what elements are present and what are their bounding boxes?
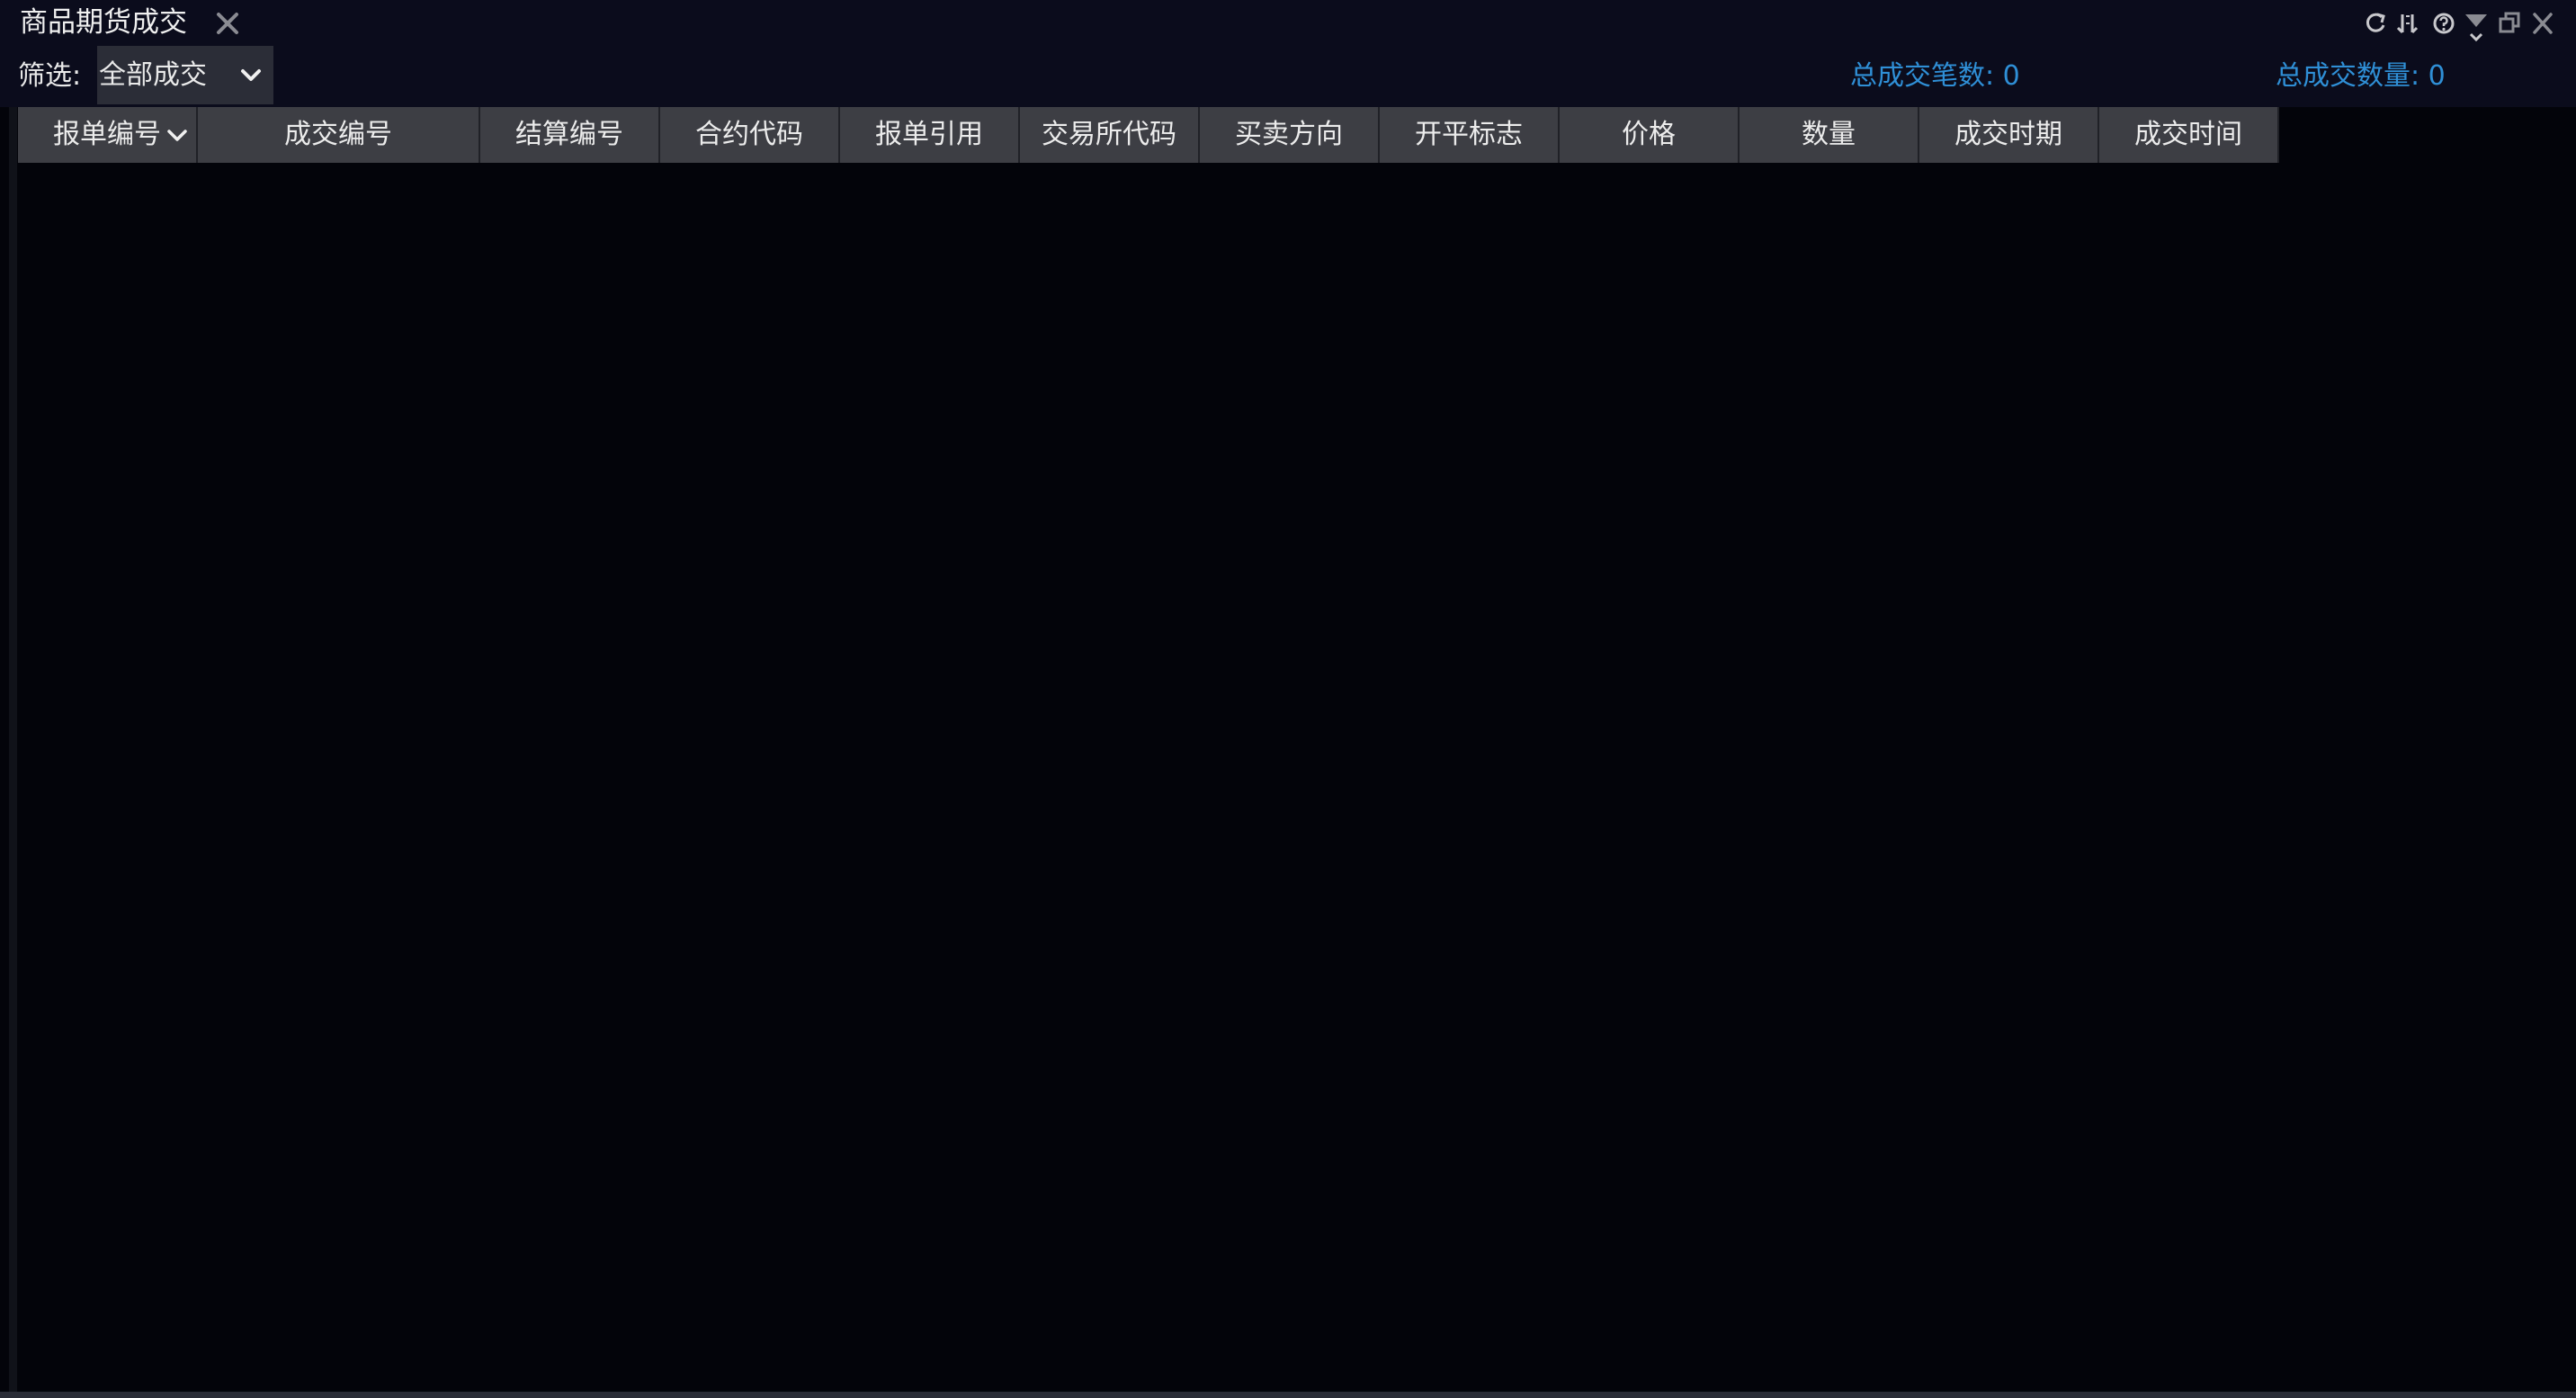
column-header-contract-code[interactable]: 合约代码 (660, 107, 840, 163)
total-trade-count: 总成交笔数: 0 (1850, 60, 2020, 92)
column-header-offset-flag[interactable]: 开平标志 (1380, 107, 1560, 163)
column-header-quantity[interactable]: 数量 (1740, 107, 1919, 163)
title-bar: 商品期货成交 (0, 0, 2576, 46)
column-header-label: 结算编号 (515, 119, 623, 150)
column-header-label: 买卖方向 (1235, 119, 1343, 150)
chevron-down-icon (241, 69, 261, 81)
column-header-label: 报单编号 (53, 119, 161, 150)
column-header-price[interactable]: 价格 (1560, 107, 1740, 163)
close-window-icon[interactable] (2527, 5, 2558, 41)
total-trade-quantity: 总成交数量: 0 (2276, 60, 2446, 92)
close-tab-icon[interactable] (212, 6, 243, 39)
column-header-exchange-code[interactable]: 交易所代码 (1020, 107, 1200, 163)
column-header-direction[interactable]: 买卖方向 (1200, 107, 1380, 163)
dropdown-icon[interactable] (2461, 5, 2491, 42)
column-header-label: 开平标志 (1415, 119, 1523, 150)
column-header-label: 合约代码 (695, 119, 803, 150)
refresh-icon[interactable] (2360, 5, 2391, 41)
table-header: 报单编号 成交编号 结算编号 合约代码 报单引用 交易所代码 买卖方向 开平标志… (18, 107, 2279, 163)
window-controls (2360, 5, 2576, 42)
column-header-order-ref[interactable]: 报单引用 (840, 107, 1020, 163)
column-header-label: 价格 (1622, 119, 1676, 150)
column-header-label: 数量 (1802, 119, 1856, 150)
filter-select-value: 全部成交 (99, 59, 207, 91)
filter-label: 筛选: (18, 60, 82, 92)
chevron-down-icon[interactable] (165, 127, 189, 145)
sort-icon[interactable] (2394, 5, 2425, 41)
column-header-trade-id[interactable]: 成交编号 (198, 107, 480, 163)
filter-select[interactable]: 全部成交 (97, 46, 273, 104)
column-header-settlement-id[interactable]: 结算编号 (480, 107, 660, 163)
column-header-trade-date[interactable]: 成交时期 (1919, 107, 2099, 163)
column-header-label: 成交编号 (284, 119, 392, 150)
filter-toolbar: 筛选: 全部成交 总成交笔数: 0 总成交数量: 0 (0, 46, 2576, 107)
horizontal-scrollbar[interactable] (0, 1392, 2576, 1398)
trade-table: 报单编号 成交编号 结算编号 合约代码 报单引用 交易所代码 买卖方向 开平标志… (0, 107, 2576, 1392)
column-header-trade-time[interactable]: 成交时间 (2099, 107, 2279, 163)
column-header-label: 成交时期 (1954, 119, 2062, 150)
restore-icon[interactable] (2495, 5, 2526, 41)
column-header-label: 交易所代码 (1042, 119, 1176, 150)
table-left-gutter (9, 107, 17, 1392)
help-icon[interactable] (2428, 5, 2459, 41)
tab-title[interactable]: 商品期货成交 (20, 6, 187, 39)
column-header-label: 报单引用 (875, 119, 983, 150)
column-header-label: 成交时间 (2134, 119, 2242, 150)
column-header-order-id[interactable]: 报单编号 (18, 107, 198, 163)
